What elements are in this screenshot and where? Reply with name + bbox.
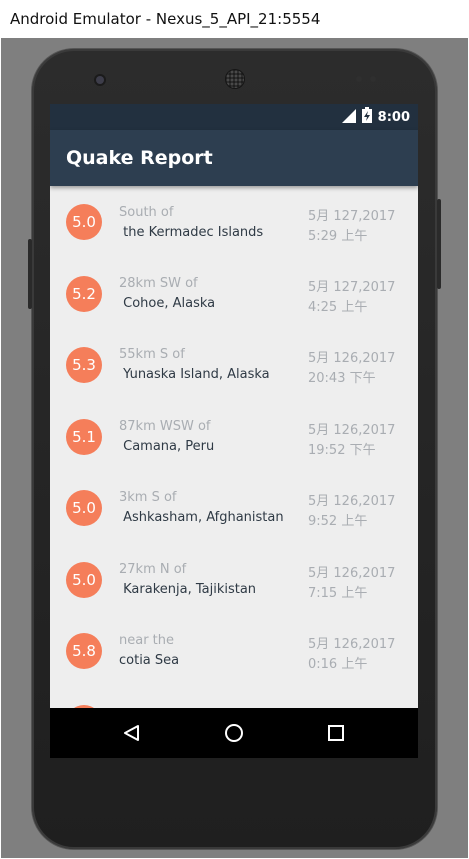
magnitude-circle: 5.3 [66,347,102,383]
magnitude-circle: 5.8 [66,633,102,669]
time: 20:43 下午 [308,371,376,386]
time: 19:52 下午 [308,443,376,458]
battery-icon [361,107,372,127]
sensors [356,76,378,82]
earthquake-list[interactable]: 5.0 South of the Kermadec Islands 5月 127… [50,186,418,708]
app-bar: Quake Report [50,130,418,186]
primary-location: Ashkasham, Afghanistan [119,510,284,525]
location-offset: 28km SW of [119,276,198,291]
primary-location: cotia Sea [119,653,180,668]
list-item[interactable]: 5.2 28km SW of Cohoe, Alaska 5月 127,2017… [50,258,418,330]
navigation-bar [50,708,418,758]
date: 5月 126,2017 [308,637,396,652]
primary-location: Camana, Peru [119,439,215,454]
location-offset: 3km S of [119,490,177,505]
time: 5:29 上午 [308,229,368,244]
date: 5月 127,2017 [308,280,396,295]
magnitude-circle: 5.0 [66,204,102,240]
status-bar: 8:00 [50,104,418,130]
magnitude-circle: 5.1 [66,419,102,455]
time: 0:16 上午 [308,657,368,672]
location-offset: near the [119,633,175,648]
status-time: 8:00 [377,109,410,125]
signal-icon [341,108,356,127]
list-item[interactable]: 5.0 South of the Kermadec Islands 5月 127… [50,186,418,258]
volume-button[interactable] [437,199,441,289]
device-screen: 8:00 Quake Report 5.0 South of the Kerma… [50,104,418,758]
list-item[interactable]: 5.0 27km N of Karakenja, Tajikistan 5月 1… [50,544,418,616]
date: 5月 126,2017 [308,351,396,366]
time: 7:15 上午 [308,586,368,601]
home-icon[interactable] [222,721,246,745]
date: 5月 127,2017 [308,209,396,224]
magnitude-circle: 5.0 [66,562,102,598]
location-offset: South of [119,205,174,220]
list-item[interactable]: 5.3 55km S of Yunaska Island, Alaska 5月 … [50,329,418,401]
date: 5月 126,2017 [308,494,396,509]
primary-location: Yunaska Island, Alaska [119,367,270,382]
date: 5月 126,2017 [308,423,396,438]
time: 9:52 上午 [308,514,368,529]
location-offset: 55km S of [119,347,185,362]
magnitude-circle: 5.2 [66,276,102,312]
primary-location: Karakenja, Tajikistan [119,582,257,597]
app-title: Quake Report [66,147,213,169]
list-item[interactable]: 5.8 near the cotia Sea 5月 126,2017 0:16 … [50,615,418,687]
front-camera [96,76,104,84]
primary-location: Cohoe, Alaska [119,296,216,311]
emulator-title-bar: Android Emulator - Nexus_5_API_21:5554 [0,0,469,38]
magnitude-circle: 5.0 [66,490,102,526]
speaker-grille [226,70,244,88]
recents-icon[interactable] [324,721,348,745]
window-title: Android Emulator - Nexus_5_API_21:5554 [10,10,321,28]
list-item[interactable]: 5.0 3km S of Ashkasham, Afghanistan 5月 1… [50,472,418,544]
location-offset: 27km N of [119,562,187,577]
primary-location: the Kermadec Islands [119,225,264,240]
back-icon[interactable] [120,721,144,745]
power-button[interactable] [28,239,32,309]
list-item[interactable]: 5.1 87km WSW of Camana, Peru 5月 126,2017… [50,401,418,473]
location-offset: 87km WSW of [119,419,211,434]
date: 5月 126,2017 [308,566,396,581]
list-item-partial[interactable] [50,687,418,708]
time: 4:25 上午 [308,300,368,315]
